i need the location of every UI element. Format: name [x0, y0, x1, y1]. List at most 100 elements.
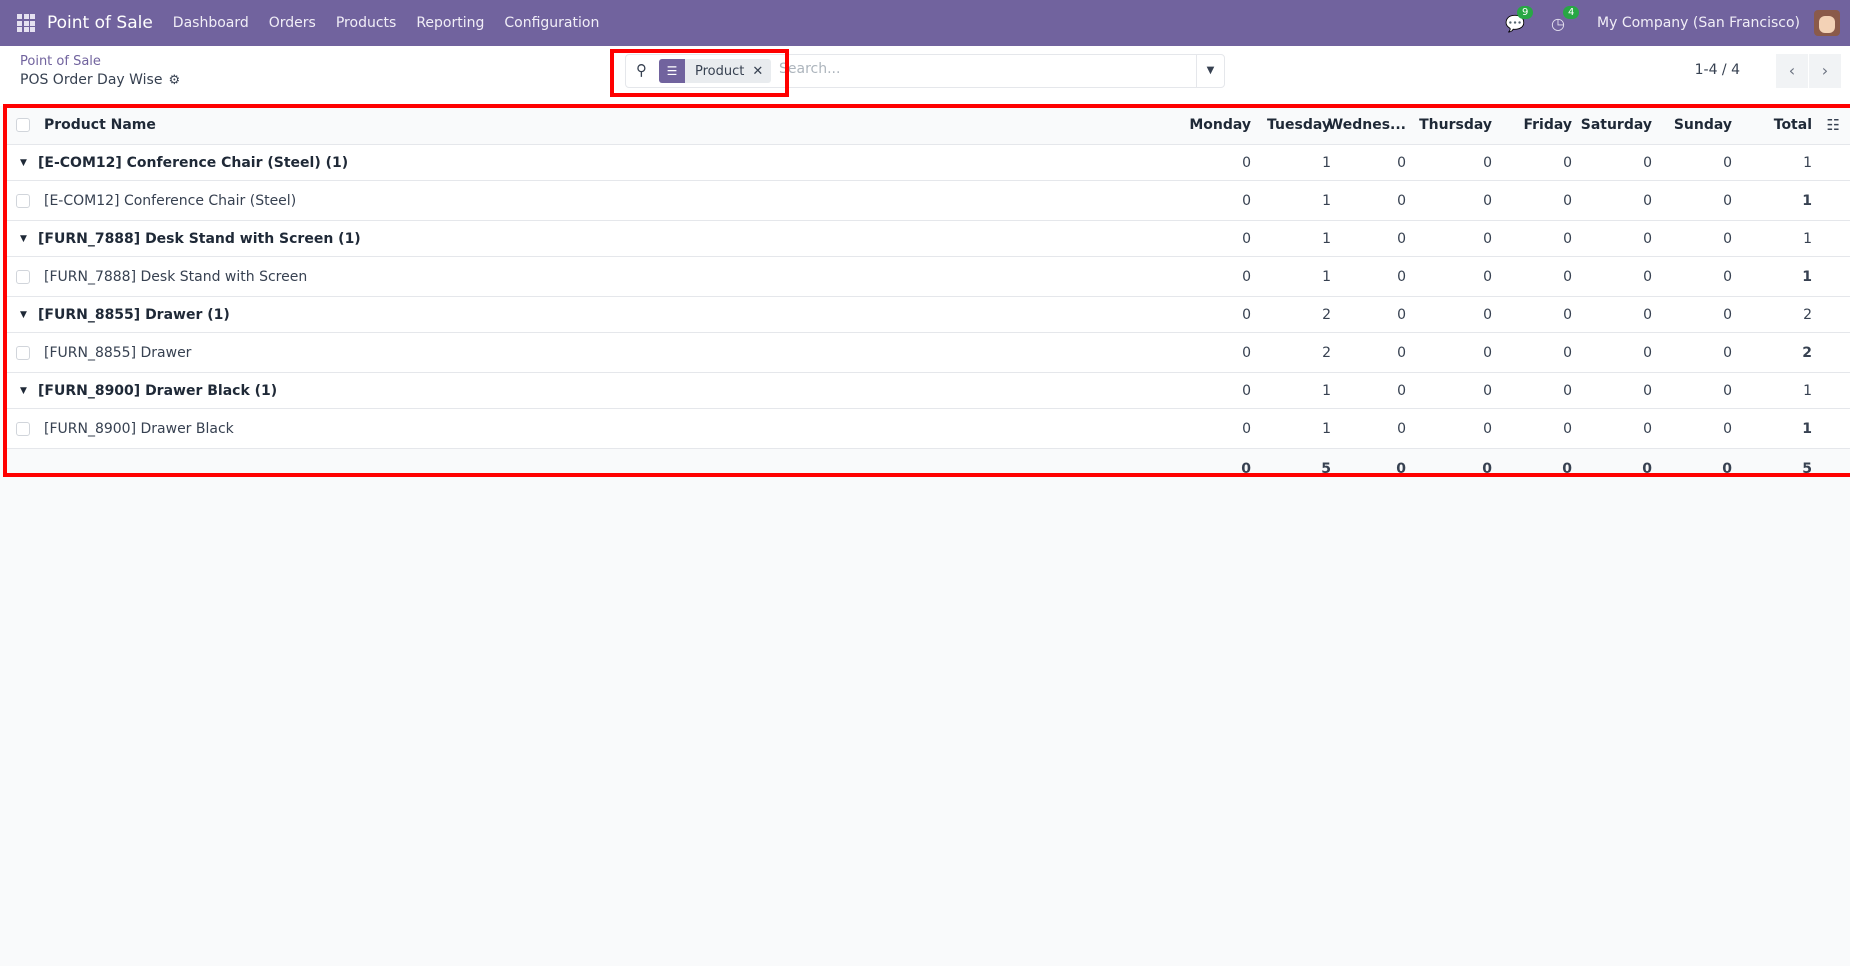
- record-value-cell: 0: [1242, 192, 1251, 209]
- pager-value[interactable]: 1-4 / 4: [1695, 62, 1740, 78]
- group-value-cell: 0: [1242, 154, 1251, 171]
- column-header[interactable]: Saturday: [1562, 106, 1652, 144]
- record-value-cell: 0: [1563, 420, 1572, 437]
- group-value-cell: 0: [1242, 306, 1251, 323]
- row-checkbox[interactable]: [16, 345, 30, 360]
- pager-previous-button[interactable]: ‹: [1776, 54, 1808, 88]
- record-value-cell: 0: [1483, 192, 1492, 209]
- table-row[interactable]: [FURN_8900] Drawer Black 0 1 0 0 0 0 0 1: [4, 409, 1850, 449]
- group-value-cell: 2: [1803, 306, 1812, 323]
- group-label: [FURN_8900] Drawer Black (1): [38, 382, 278, 399]
- column-header[interactable]: Monday: [1161, 106, 1251, 144]
- column-header[interactable]: Sunday: [1642, 106, 1732, 144]
- gear-icon[interactable]: ⚙: [168, 73, 180, 88]
- record-value-cell: 0: [1397, 420, 1406, 437]
- chevron-down-icon[interactable]: ▼: [1196, 55, 1224, 87]
- total-value-cell: 0: [1396, 460, 1406, 477]
- company-switcher[interactable]: My Company (San Francisco): [1597, 15, 1800, 31]
- group-value-cell: 0: [1397, 306, 1406, 323]
- record-value-cell: 0: [1563, 344, 1572, 361]
- row-checkbox[interactable]: [16, 421, 30, 436]
- record-value-cell: 1: [1802, 268, 1812, 285]
- caret-down-icon: ▼: [20, 385, 27, 396]
- group-label: [FURN_7888] Desk Stand with Screen (1): [38, 230, 361, 247]
- total-value-cell: 0: [1642, 460, 1652, 477]
- group-value-cell: 0: [1483, 382, 1492, 399]
- activities-button[interactable]: ◷ 4: [1551, 6, 1580, 33]
- breadcrumb-parent[interactable]: Point of Sale: [20, 54, 101, 69]
- group-row[interactable]: ▼ [FURN_7888] Desk Stand with Screen (1) 0…: [4, 221, 1850, 257]
- optional-columns-icon[interactable]: ☷: [1827, 106, 1840, 144]
- total-value-cell: 0: [1482, 460, 1492, 477]
- group-value-cell: 0: [1397, 230, 1406, 247]
- group-value-cell: 0: [1483, 306, 1492, 323]
- record-value-cell: 0: [1643, 420, 1652, 437]
- caret-down-icon: ▼: [20, 157, 27, 168]
- menu-dashboard[interactable]: Dashboard: [173, 15, 249, 31]
- table-row[interactable]: [FURN_7888] Desk Stand with Screen 0 1 0 0 0 0…: [4, 257, 1850, 297]
- menu-configuration[interactable]: Configuration: [504, 15, 599, 31]
- group-row[interactable]: ▼ [FURN_8855] Drawer (1) 0 2 0 0 0 0 0 2: [4, 297, 1850, 333]
- group-value-cell: 0: [1397, 382, 1406, 399]
- group-value-cell: 0: [1483, 230, 1492, 247]
- column-header[interactable]: Wednes...: [1316, 106, 1406, 144]
- group-value-cell: 1: [1803, 382, 1812, 399]
- group-value-cell: 0: [1723, 230, 1732, 247]
- table-header: Product Name Monday Tuesday Wednes... Thursd…: [4, 106, 1850, 145]
- pager-next-button[interactable]: ›: [1809, 54, 1841, 88]
- user-avatar[interactable]: [1814, 10, 1840, 36]
- column-header[interactable]: Friday: [1482, 106, 1572, 144]
- column-header[interactable]: Thursday: [1402, 106, 1492, 144]
- group-value-cell: 1: [1803, 154, 1812, 171]
- menu-reporting[interactable]: Reporting: [416, 15, 484, 31]
- group-value-cell: 0: [1643, 306, 1652, 323]
- group-value-cell: 0: [1483, 154, 1492, 171]
- table-footer-totals: 05000005: [4, 449, 1850, 488]
- group-label: [E-COM12] Conference Chair (Steel) (1): [38, 154, 349, 171]
- group-value-cell: 0: [1242, 230, 1251, 247]
- page-title: POS Order Day Wise: [20, 72, 163, 88]
- group-value-cell: 0: [1397, 154, 1406, 171]
- table-row[interactable]: [FURN_8855] Drawer 0 2 0 0 0 0 0 2: [4, 333, 1850, 373]
- app-menu-icon[interactable]: [17, 14, 35, 32]
- group-value-cell: 0: [1643, 230, 1652, 247]
- record-value-cell: 0: [1563, 192, 1572, 209]
- record-value-cell: 0: [1242, 268, 1251, 285]
- record-value-cell: 0: [1397, 268, 1406, 285]
- group-label: [FURN_8855] Drawer (1): [38, 306, 230, 323]
- column-header[interactable]: Total: [1722, 106, 1812, 144]
- record-value-cell: 0: [1483, 344, 1492, 361]
- breadcrumb-current: POS Order Day Wise ⚙: [20, 72, 180, 88]
- messages-badge: 9: [1517, 6, 1534, 19]
- group-value-cell: 0: [1242, 382, 1251, 399]
- record-value-cell: 0: [1483, 268, 1492, 285]
- menu-products[interactable]: Products: [336, 15, 396, 31]
- total-value-cell: 0: [1241, 460, 1251, 477]
- search-input[interactable]: [779, 61, 1179, 77]
- menu-orders[interactable]: Orders: [269, 15, 316, 31]
- group-row[interactable]: ▼ [FURN_8900] Drawer Black (1) 0 1 0 0 0 0 0 1: [4, 373, 1850, 409]
- record-value-cell: 0: [1723, 420, 1732, 437]
- group-value-cell: 1: [1803, 230, 1812, 247]
- messages-button[interactable]: 💬 9: [1505, 6, 1534, 33]
- search-icon[interactable]: ⚲: [636, 61, 647, 79]
- close-icon[interactable]: ✕: [752, 64, 771, 79]
- app-title[interactable]: Point of Sale: [47, 13, 153, 33]
- group-value-cell: 0: [1723, 154, 1732, 171]
- row-checkbox[interactable]: [16, 193, 30, 208]
- product-name: [FURN_8855] Drawer: [44, 344, 192, 361]
- group-value-cell: 0: [1723, 382, 1732, 399]
- group-row[interactable]: ▼ [E-COM12] Conference Chair (Steel) (1) 0…: [4, 145, 1850, 181]
- record-value-cell: 0: [1397, 192, 1406, 209]
- record-value-cell: 0: [1483, 420, 1492, 437]
- select-all-checkbox[interactable]: [16, 118, 30, 132]
- search-facet-groupby: ☰ Product ✕: [659, 59, 772, 83]
- record-value-cell: 0: [1643, 192, 1652, 209]
- column-header-product-name[interactable]: Product Name: [44, 106, 156, 144]
- product-name: [FURN_7888] Desk Stand with Screen: [44, 268, 308, 285]
- table-row[interactable]: [E-COM12] Conference Chair (Steel) 0 1 0 0 0 0…: [4, 181, 1850, 221]
- row-checkbox[interactable]: [16, 269, 30, 284]
- group-value-cell: 0: [1643, 382, 1652, 399]
- record-value-cell: 0: [1723, 268, 1732, 285]
- record-value-cell: 2: [1802, 344, 1812, 361]
